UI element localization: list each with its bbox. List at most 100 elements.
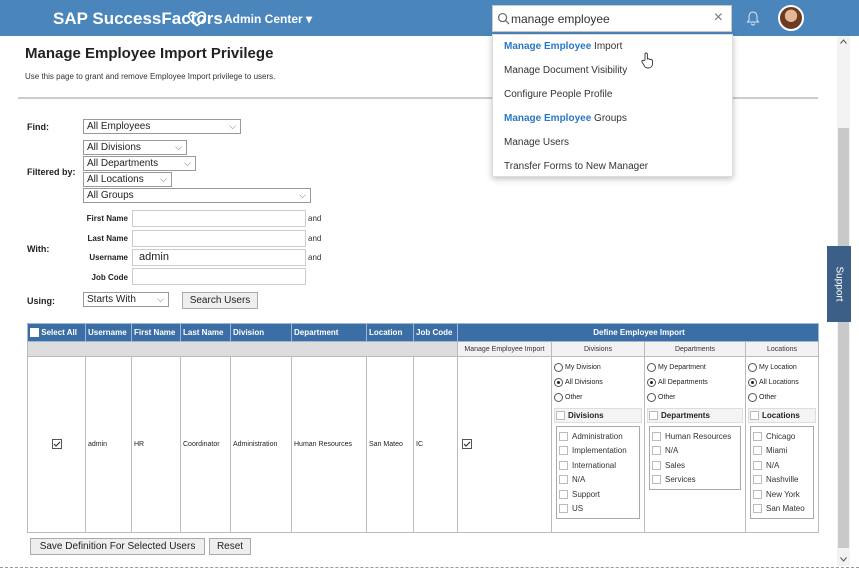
checkbox[interactable]	[559, 504, 568, 514]
list-item[interactable]: San Mateo	[753, 502, 811, 517]
search-result-item[interactable]: Transfer Forms to New Manager	[504, 161, 648, 172]
bell-icon[interactable]	[746, 10, 760, 26]
radio-button[interactable]	[647, 393, 656, 402]
list-item[interactable]: Implementation	[559, 444, 637, 459]
checkbox[interactable]	[652, 431, 661, 441]
username-field[interactable]: admin	[132, 249, 306, 266]
search-users-button[interactable]: Search Users	[182, 292, 258, 309]
list-item[interactable]: Chicago	[753, 429, 811, 444]
divisions-box-header[interactable]: Divisions	[554, 408, 642, 423]
checkbox[interactable]	[559, 475, 568, 485]
checkbox[interactable]	[652, 460, 661, 470]
search-result-item[interactable]: Manage Document Visibility	[504, 65, 627, 76]
radio-button[interactable]	[554, 393, 563, 402]
list-item[interactable]: N/A	[753, 458, 811, 473]
radio-button[interactable]	[647, 363, 656, 372]
list-item[interactable]: N/A	[559, 473, 637, 488]
column-header-username[interactable]: Username	[85, 323, 132, 342]
search-result-item[interactable]: Configure People Profile	[504, 89, 612, 100]
radio-button[interactable]	[554, 363, 563, 372]
group-select[interactable]: All Groups ⌵	[83, 188, 311, 203]
list-item[interactable]: US	[559, 502, 637, 517]
checkbox[interactable]	[753, 460, 762, 470]
department-select[interactable]: All Departments ⌵	[83, 156, 196, 171]
global-search[interactable]: ×	[492, 5, 732, 32]
checkbox[interactable]	[652, 475, 661, 485]
checkbox[interactable]	[753, 475, 762, 485]
radio-button-selected[interactable]	[748, 378, 757, 387]
radio-option[interactable]: My Department	[647, 360, 743, 375]
checkbox[interactable]	[559, 489, 568, 499]
reset-button[interactable]: Reset	[209, 538, 251, 555]
list-item[interactable]: N/A	[652, 444, 738, 459]
list-item[interactable]: Human Resources	[652, 429, 738, 444]
radio-option[interactable]: All Departments	[647, 375, 743, 390]
avatar[interactable]	[778, 5, 804, 31]
checkbox[interactable]	[753, 431, 762, 441]
checkbox[interactable]	[559, 460, 568, 470]
checkbox[interactable]	[559, 446, 568, 456]
division-select[interactable]: All Divisions ⌵	[83, 140, 187, 155]
radio-option[interactable]: My Division	[554, 360, 642, 375]
scrollbar-thumb[interactable]	[838, 128, 849, 548]
manage-import-cell[interactable]	[457, 356, 552, 533]
departments-box-header[interactable]: Departments	[647, 408, 743, 423]
search-input[interactable]	[511, 10, 701, 28]
clear-search-icon[interactable]: ×	[714, 9, 723, 27]
radio-label: All Locations	[759, 379, 799, 386]
radio-button[interactable]	[748, 393, 757, 402]
radio-button-selected[interactable]	[647, 378, 656, 387]
list-item[interactable]: Support	[559, 487, 637, 502]
search-result-item[interactable]: Manage Employee Import	[504, 41, 622, 52]
list-item[interactable]: Nashville	[753, 473, 811, 488]
list-item[interactable]: Administration	[559, 429, 637, 444]
checkbox[interactable]	[753, 504, 762, 514]
save-definition-button[interactable]: Save Definition For Selected Users	[30, 538, 205, 555]
checkbox[interactable]	[649, 411, 658, 420]
row-checkbox-checked-icon[interactable]	[51, 438, 62, 449]
column-header-job-code[interactable]: Job Code	[413, 323, 458, 342]
divisions-list: Administration Implementation Internatio…	[556, 426, 640, 519]
list-item[interactable]: Miami	[753, 444, 811, 459]
radio-option[interactable]: Other	[647, 390, 743, 405]
using-select[interactable]: Starts With ⌵	[83, 292, 169, 307]
search-result-item[interactable]: Manage Employee Groups	[504, 113, 627, 124]
column-header-last-name[interactable]: Last Name	[180, 323, 231, 342]
radio-option[interactable]: All Divisions	[554, 375, 642, 390]
column-header-department[interactable]: Department	[291, 323, 367, 342]
list-item[interactable]: New York	[753, 487, 811, 502]
search-result-item[interactable]: Manage Users	[504, 137, 569, 148]
radio-button[interactable]	[748, 363, 757, 372]
radio-option[interactable]: Other	[554, 390, 642, 405]
list-item[interactable]: Sales	[652, 458, 738, 473]
location-select[interactable]: All Locations ⌵	[83, 172, 172, 187]
scroll-up-icon[interactable]	[840, 39, 847, 44]
locations-box-header[interactable]: Locations	[748, 408, 817, 423]
checkbox[interactable]	[753, 446, 762, 456]
job-code-field[interactable]	[132, 268, 306, 285]
radio-option[interactable]: All Locations	[748, 375, 816, 390]
manage-import-checkbox-checked-icon[interactable]	[462, 438, 472, 449]
scroll-down-icon[interactable]	[840, 557, 847, 562]
select-all-checkbox[interactable]	[30, 328, 39, 338]
checkbox[interactable]	[753, 489, 762, 499]
column-header-division[interactable]: Division	[230, 323, 292, 342]
list-item[interactable]: Services	[652, 473, 738, 488]
checkbox[interactable]	[559, 431, 568, 441]
checkbox[interactable]	[750, 411, 759, 420]
radio-option[interactable]: My Location	[748, 360, 816, 375]
radio-button-selected[interactable]	[554, 378, 563, 387]
checkbox[interactable]	[556, 411, 565, 420]
radio-option[interactable]: Other	[748, 390, 816, 405]
column-header-first-name[interactable]: First Name	[131, 323, 181, 342]
list-item[interactable]: International	[559, 458, 637, 473]
support-tab[interactable]: Support	[827, 246, 851, 322]
last-name-field[interactable]	[132, 230, 306, 247]
select-all-header[interactable]: Select All	[27, 323, 86, 342]
row-select-cell[interactable]	[27, 356, 86, 533]
module-switcher[interactable]: Admin Center ▾	[224, 12, 312, 26]
find-select[interactable]: All Employees ⌵	[83, 119, 241, 134]
column-header-location[interactable]: Location	[366, 323, 414, 342]
first-name-field[interactable]	[132, 210, 306, 227]
checkbox[interactable]	[652, 446, 661, 456]
